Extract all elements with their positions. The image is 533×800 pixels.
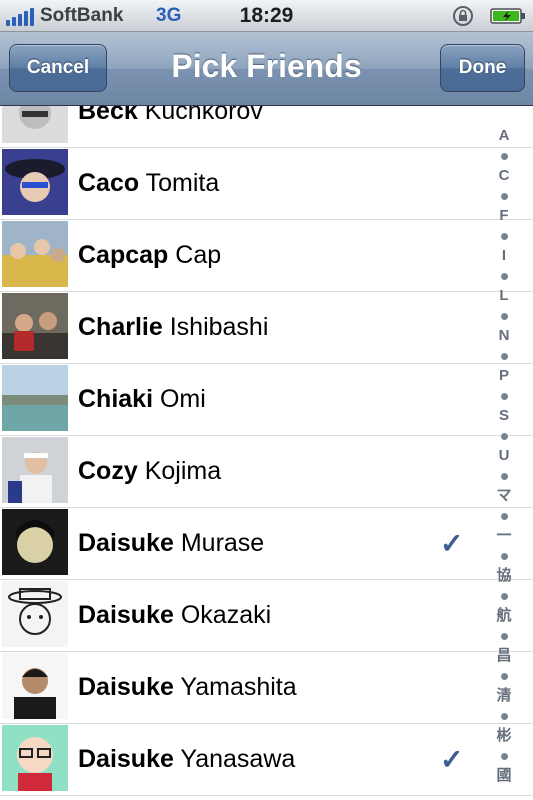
index-dot <box>500 392 508 400</box>
friend-row[interactable]: Chiaki Omi <box>0 364 533 436</box>
friend-avatar <box>2 293 68 359</box>
index-entry[interactable]: 彬 <box>496 728 511 744</box>
status-bar: SoftBank 3G 18:29 <box>0 0 533 32</box>
friend-row[interactable]: Capcap Cap <box>0 220 533 292</box>
friend-avatar <box>2 653 68 719</box>
index-dot <box>500 432 508 440</box>
friend-name: Charlie Ishibashi <box>78 313 269 341</box>
index-entry[interactable]: S <box>499 408 509 424</box>
friends-list: Beck Kuchkorov Caco Tomita Capcap Cap Ch… <box>0 106 533 800</box>
friend-avatar <box>2 725 68 791</box>
friend-name: Beck Kuchkorov <box>78 106 263 125</box>
index-entry[interactable]: F <box>499 208 508 224</box>
index-dot <box>500 672 508 680</box>
friend-avatar <box>2 581 68 647</box>
friend-name: Caco Tomita <box>78 169 220 197</box>
index-entry[interactable]: マ <box>496 488 511 504</box>
friend-row[interactable]: Daisuke Yanasawa ✓ <box>0 724 533 796</box>
selected-checkmark-icon: ✓ <box>440 744 464 775</box>
friend-avatar <box>2 149 68 215</box>
friend-row[interactable]: Daisuke Yamashita <box>0 652 533 724</box>
friend-avatar <box>2 437 68 503</box>
index-entry[interactable]: 一 <box>496 528 511 544</box>
index-dot <box>500 352 508 360</box>
friend-name: Daisuke Yanasawa <box>78 745 296 773</box>
friend-row[interactable]: Daisuke Okazaki <box>0 580 533 652</box>
index-dot <box>500 552 508 560</box>
index-entry[interactable]: A <box>499 128 510 144</box>
index-dot <box>500 152 508 160</box>
friend-name: Daisuke Murase <box>78 529 265 557</box>
friend-avatar <box>2 221 68 287</box>
index-entry[interactable]: U <box>499 448 510 464</box>
index-dot <box>500 512 508 520</box>
index-entry[interactable]: C <box>499 168 510 184</box>
index-dot <box>500 592 508 600</box>
index-entry[interactable]: 航 <box>496 608 511 624</box>
index-entry[interactable]: N <box>499 328 510 344</box>
selected-checkmark-icon: ✓ <box>440 528 464 559</box>
done-button[interactable]: Done <box>440 44 525 92</box>
friend-avatar <box>2 106 68 143</box>
friend-row[interactable]: Caco Tomita <box>0 148 533 220</box>
index-dot <box>500 312 508 320</box>
index-dot <box>500 472 508 480</box>
friend-row[interactable]: Daisuke Murase ✓ <box>0 508 533 580</box>
rotation-lock-icon <box>452 5 474 27</box>
friend-row[interactable]: Charlie Ishibashi <box>0 292 533 364</box>
navigation-bar: Cancel Pick Friends Done <box>0 32 533 106</box>
friend-name: Daisuke Okazaki <box>78 601 272 629</box>
friend-name: Cozy Kojima <box>78 457 222 485</box>
index-entry[interactable]: I <box>502 248 506 264</box>
index-entry[interactable]: 昌 <box>496 648 511 664</box>
index-entry[interactable]: 清 <box>496 688 511 704</box>
index-entry[interactable]: 協 <box>496 568 511 584</box>
friend-name: Chiaki Omi <box>78 385 206 413</box>
index-dot <box>500 232 508 240</box>
index-entry[interactable]: L <box>499 288 508 304</box>
friend-name: Capcap Cap <box>78 241 222 269</box>
battery-charging-icon <box>490 8 526 24</box>
friend-avatar <box>2 365 68 431</box>
friend-name: Daisuke Yamashita <box>78 673 297 701</box>
index-dot <box>500 712 508 720</box>
index-dot <box>500 752 508 760</box>
index-dot <box>500 272 508 280</box>
index-entry[interactable]: 國 <box>496 768 511 784</box>
friend-row[interactable]: Beck Kuchkorov <box>0 106 533 148</box>
index-dot <box>500 192 508 200</box>
friend-avatar <box>2 509 68 575</box>
friend-row[interactable]: Cozy Kojima <box>0 436 533 508</box>
section-index[interactable]: A C F I L N P S U マ 一 協 航 昌 清 彬 國 <box>492 128 516 784</box>
index-entry[interactable]: P <box>499 368 509 384</box>
index-dot <box>500 632 508 640</box>
